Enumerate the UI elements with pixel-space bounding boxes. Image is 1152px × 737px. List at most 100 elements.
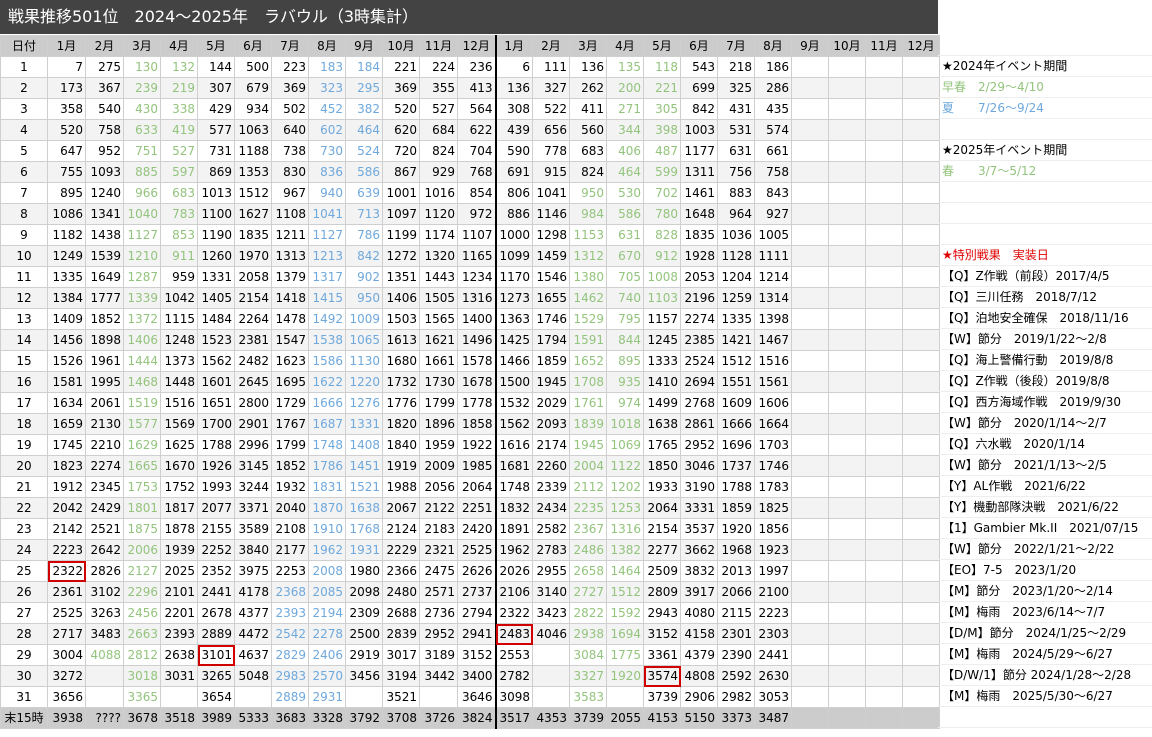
score-cell: 2130 (85, 413, 124, 435)
score-cell: 1625 (160, 434, 198, 456)
score-cell: 1016 (419, 182, 458, 204)
score-cell: 705 (606, 266, 644, 288)
score-cell: 1408 (345, 434, 383, 456)
footer-cell: 5333 (234, 707, 272, 729)
score-cell: 1512 (717, 350, 755, 372)
score-cell: 2251 (457, 497, 497, 519)
score-cell: 2441 (197, 581, 235, 603)
day-label: 3 (0, 98, 48, 120)
score-cell: 4379 (680, 644, 718, 666)
score-cell (828, 266, 866, 288)
score-cell: 2277 (643, 539, 681, 561)
score-cell: 2085 (308, 581, 346, 603)
score-cell: 633 (123, 119, 161, 141)
score-cell: 1122 (606, 455, 644, 477)
score-cell: 756 (717, 161, 755, 183)
score-cell (791, 581, 829, 603)
score-cell: 895 (47, 182, 86, 204)
day-label: 23 (0, 518, 48, 540)
score-cell: 262 (569, 77, 607, 99)
score-cell: 1351 (382, 266, 420, 288)
score-cell: 1622 (308, 371, 346, 393)
score-cell: 2064 (457, 476, 497, 498)
table-row: 5 647 952 751 527 731 1188 738 730 524 720 824 704 59… (0, 140, 940, 162)
table-row: 14 1456 1898 1406 1248 1523 2381 1547 1538 1065 16… (0, 329, 940, 351)
score-cell (791, 644, 829, 666)
score-cell: 647 (47, 140, 86, 162)
day-label: 13 (0, 308, 48, 330)
score-cell: 661 (754, 140, 792, 162)
score-cell: 3272 (47, 665, 86, 687)
score-cell: 1859 (717, 497, 755, 519)
score-cell: 1926 (197, 455, 235, 477)
table-row: 11 1335 1649 1287 959 1331 2058 1379 1317 902 1351… (0, 266, 940, 288)
score-cell (902, 287, 940, 309)
score-cell: 325 (717, 77, 755, 99)
score-cell: 1100 (197, 203, 235, 225)
score-cell (865, 350, 903, 372)
score-cell: 972 (457, 203, 497, 225)
footer-cell: 2055 (606, 707, 644, 729)
score-cell: 915 (532, 161, 570, 183)
score-cell: 1980 (345, 560, 383, 582)
score-cell: 2955 (532, 560, 570, 582)
score-cell (902, 329, 940, 351)
score-cell: 1746 (532, 308, 570, 330)
header-month: 1月 (47, 35, 86, 57)
score-cell: 435 (754, 98, 792, 120)
score-cell: 3140 (532, 581, 570, 603)
score-cell: 966 (123, 182, 161, 204)
score-cell: 3456 (345, 665, 383, 687)
score-cell: 4808 (680, 665, 718, 687)
score-cell: 2509 (643, 560, 681, 582)
score-cell: 795 (606, 308, 644, 330)
score-cell: 2322 (47, 560, 86, 582)
score-cell: 2142 (47, 518, 86, 540)
footer-cell: 4353 (532, 707, 570, 729)
note-line: 【1】Gambier Mk.II 2021/07/15 (938, 518, 1152, 539)
score-cell: 2736 (419, 602, 458, 624)
score-cell: 1382 (606, 539, 644, 561)
score-cell: 3662 (680, 539, 718, 561)
score-cell: 520 (47, 119, 86, 141)
score-cell: 1018 (606, 413, 644, 435)
table-row: 8 1086 1341 1040 783 1100 1627 1108 1041 713 1097 1… (0, 203, 940, 225)
score-cell (791, 182, 829, 204)
score-cell (791, 455, 829, 477)
score-cell: 382 (345, 98, 383, 120)
table-row: 30 3272 3018 3031 3265 5048 2983 2570 3456 3194 34… (0, 665, 940, 687)
score-cell: 1409 (47, 308, 86, 330)
score-cell: 1398 (754, 308, 792, 330)
score-cell: 1157 (643, 308, 681, 330)
score-cell (865, 665, 903, 687)
score-cell: 3646 (457, 686, 497, 708)
score-cell: 223 (271, 56, 309, 78)
score-cell: 2301 (717, 623, 755, 645)
score-cell (791, 371, 829, 393)
day-label: 15 (0, 350, 48, 372)
note-line: 【EO】7-5 2023/1/20 (938, 560, 1152, 581)
score-cell: 1036 (717, 224, 755, 246)
score-cell: 1516 (160, 392, 198, 414)
score-cell: 327 (532, 77, 570, 99)
day-label: 26 (0, 581, 48, 603)
score-cell: 758 (754, 161, 792, 183)
day-label: 18 (0, 413, 48, 435)
note-line: 【Q】西方海域作戦 2019/9/30 (938, 392, 1152, 413)
score-cell: 3263 (85, 602, 124, 624)
note-line: 【W】節分 2019/1/22～2/8 (938, 329, 1152, 350)
score-cell: 3194 (382, 665, 420, 687)
score-cell: 1331 (345, 413, 383, 435)
score-cell: 1202 (606, 476, 644, 498)
score-cell: 1997 (754, 560, 792, 582)
header-month: 10月 (382, 35, 420, 57)
score-cell: 1461 (680, 182, 718, 204)
score-cell: 1823 (47, 455, 86, 477)
score-cell: 6 (495, 56, 533, 78)
score-cell (791, 203, 829, 225)
score-cell: 1700 (197, 413, 235, 435)
score-cell: 1775 (606, 644, 644, 666)
sheet-title: 戦果推移501位 2024～2025年 ラバウル（3時集計） (0, 0, 938, 34)
score-cell: 2274 (680, 308, 718, 330)
day-label: 10 (0, 245, 48, 267)
